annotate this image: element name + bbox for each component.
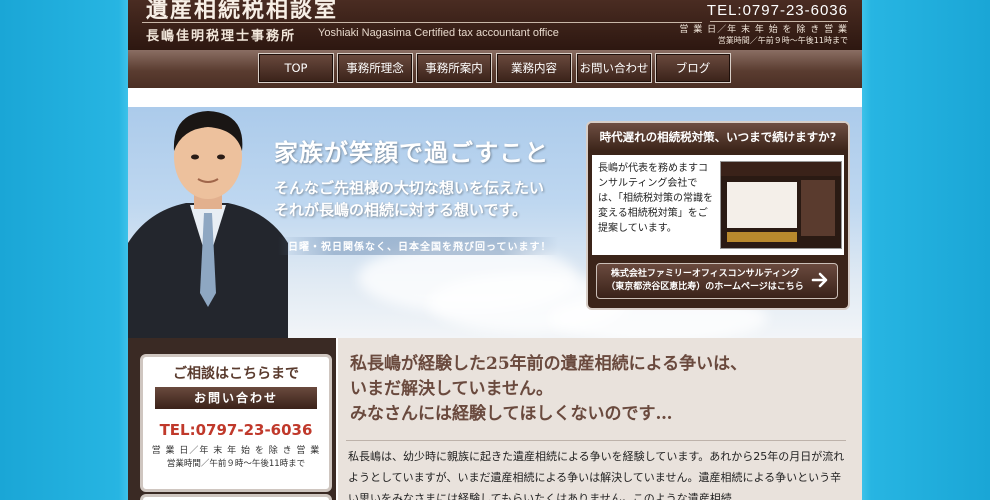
contact-box: ご相談はこちらまで お問い合わせ TEL:0797-23-6036 営 業 日／…	[140, 354, 332, 492]
promo-box: 時代遅れの相続税対策、いつまで続けますか? 長嶋が代表を務めますコンサルティング…	[586, 121, 850, 310]
body-paragraph: 私長嶋は、幼少時に親族に起きた遺産相続による争いを経験しています。あれから25年…	[348, 450, 845, 500]
sidebar-box-2	[140, 494, 332, 500]
hero-title: 家族が笑顔で過ごすこと	[274, 138, 550, 167]
hero-subtitle-1: そんなご先祖様の大切な想いを伝えたい	[274, 179, 545, 197]
hero-subtitle-2: それが長嶋の相続に対する想いです。	[274, 201, 528, 219]
promo-link-line-1: 株式会社ファミリーオフィスコンサルティング	[610, 269, 800, 279]
site-header: 遺産相続税相談室 長嶋佳明税理士事務所 Yoshiaki Nagasima Ce…	[128, 0, 862, 50]
promo-thumbnail-image[interactable]	[720, 161, 842, 249]
office-name-en: Yoshiaki Nagasima Certified tax accounta…	[318, 27, 559, 39]
header-hours-time: 営業時間／午前９時〜午後11時まで	[717, 36, 848, 45]
nav-philosophy[interactable]: 事務所理念	[337, 53, 413, 83]
main-nav: TOP 事務所理念 事務所案内 業務内容 お問い合わせ ブログ	[128, 50, 862, 88]
nav-top[interactable]: TOP	[258, 53, 334, 83]
lead-heading: 私長嶋が経験した25年前の遺産相続による争いは、 いまだ解決していません。 みな…	[350, 352, 850, 427]
site-title[interactable]: 遺産相続税相談室	[146, 0, 338, 24]
nav-office-info[interactable]: 事務所案内	[416, 53, 492, 83]
hero-top-spacer	[128, 93, 862, 107]
header-tel: TEL:0797-23-6036	[706, 2, 848, 19]
contact-tel[interactable]: TEL:0797-23-6036	[143, 421, 329, 439]
promo-link-line-2: （東京都渋谷区恵比寿）のホームページはこちら	[606, 282, 804, 292]
nav-contact[interactable]: お問い合わせ	[576, 53, 652, 83]
promo-link-text: 株式会社ファミリーオフィスコンサルティング （東京都渋谷区恵比寿）のホームページ…	[605, 268, 805, 294]
lead-divider	[346, 440, 846, 441]
website-thumbnail-icon	[721, 162, 841, 242]
lead-line-3: みなさんには経験してほしくないのです…	[350, 404, 673, 424]
contact-title: ご相談はこちらまで	[173, 366, 299, 382]
header-hours-days: 営 業 日／年 末 年 始 を 除 き 営 業	[679, 25, 848, 35]
header-divider	[142, 22, 702, 23]
main-content: 私長嶋が経験した25年前の遺産相続による争いは、 いまだ解決していません。 みな…	[338, 338, 862, 500]
promo-text: 長嶋が代表を務めますコンサルティング会社では、「相続税対策の常識を変える相続税対…	[598, 163, 713, 234]
hero-banner: 家族が笑顔で過ごすこと そんなご先祖様の大切な想いを伝えたい それが長嶋の相続に…	[128, 93, 862, 338]
promo-body: 長嶋が代表を務めますコンサルティング会社では、「相続税対策の常識を変える相続税対…	[592, 155, 844, 255]
lead-line-2: いまだ解決していません。	[350, 379, 553, 399]
promo-link-button[interactable]: 株式会社ファミリーオフィスコンサルティング （東京都渋谷区恵比寿）のホームページ…	[596, 263, 838, 299]
contact-hours-days: 営 業 日／年 末 年 始 を 除 き 営 業	[151, 446, 321, 456]
sidebar: ご相談はこちらまで お問い合わせ TEL:0797-23-6036 営 業 日／…	[128, 338, 336, 500]
nav-blog[interactable]: ブログ	[655, 53, 731, 83]
consultant-portrait	[128, 111, 288, 338]
nav-services[interactable]: 業務内容	[496, 53, 572, 83]
hero-band-text: 日曜・祝日関係なく、日本全国を飛び回っています！	[288, 242, 552, 253]
office-name-jp: 長嶋佳明税理士事務所	[146, 29, 297, 44]
arrow-right-icon	[811, 272, 828, 288]
contact-button[interactable]: お問い合わせ	[155, 387, 317, 409]
promo-heading: 時代遅れの相続税対策、いつまで続けますか?	[588, 123, 848, 151]
lead-line-1: 私長嶋が経験した25年前の遺産相続による争いは、	[350, 354, 748, 374]
page: 遺産相続税相談室 長嶋佳明税理士事務所 Yoshiaki Nagasima Ce…	[128, 0, 862, 500]
contact-hours-time: 営業時間／午前９時〜午後11時まで	[166, 459, 306, 469]
